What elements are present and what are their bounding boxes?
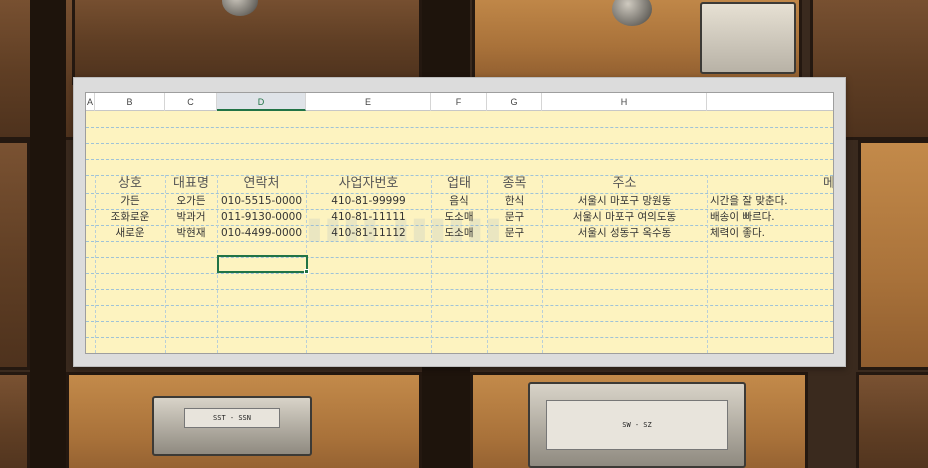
table-cell[interactable]: 010-4499-0000 <box>217 225 306 241</box>
header-cell-contact[interactable]: 연락처 <box>217 174 306 194</box>
table-cell[interactable]: 410-81-11111 <box>306 209 431 225</box>
table-cell[interactable]: 도소매 <box>431 225 487 241</box>
column-header-d[interactable]: D <box>217 93 306 111</box>
table-cell[interactable]: 서울시 성동구 옥수동 <box>542 225 707 241</box>
table-cell[interactable]: 새로운 <box>95 225 165 241</box>
header-cell-representative[interactable]: 대표명 <box>165 174 217 194</box>
row-gridline <box>86 273 833 274</box>
table-cell[interactable]: 박과거 <box>165 209 217 225</box>
table-cell[interactable]: 서울시 마포구 망원동 <box>542 193 707 209</box>
table-cell[interactable]: 한식 <box>487 193 542 209</box>
table-cell[interactable]: 서울시 마포구 여의도동 <box>542 209 707 225</box>
column-header-a[interactable]: A <box>86 93 95 111</box>
table-cell[interactable]: 010-5515-0000 <box>217 193 306 209</box>
row-gridline <box>86 337 833 338</box>
column-header-g[interactable]: G <box>487 93 542 111</box>
column-header-h[interactable]: H <box>542 93 707 111</box>
column-header-i[interactable] <box>707 93 833 111</box>
table-cell[interactable]: 오가든 <box>165 193 217 209</box>
spreadsheet-window: A B C D E F G H ▮▮▮▮ ▮▮▮▮▮▮ 상호 대표명 연락처 사… <box>73 77 846 367</box>
column-header-c[interactable]: C <box>165 93 217 111</box>
row-gridline <box>86 127 833 128</box>
row-gridline <box>86 305 833 306</box>
table-cell[interactable]: 410-81-99999 <box>306 193 431 209</box>
column-header-row: A B C D E F G H <box>86 93 833 111</box>
header-cell-category[interactable]: 종목 <box>487 174 542 194</box>
table-cell[interactable]: 박현재 <box>165 225 217 241</box>
label-holder: SW - SZ <box>528 382 746 468</box>
drawer-divider <box>30 0 66 468</box>
column-header-b[interactable]: B <box>95 93 165 111</box>
row-gridline <box>86 159 833 160</box>
row-gridline <box>86 143 833 144</box>
drawer <box>0 140 30 370</box>
spreadsheet-grid: A B C D E F G H ▮▮▮▮ ▮▮▮▮▮▮ 상호 대표명 연락처 사… <box>85 92 834 354</box>
row-gridline <box>86 321 833 322</box>
table-cell[interactable]: 문구 <box>487 209 542 225</box>
row-gridline <box>86 289 833 290</box>
drawer <box>0 372 30 468</box>
fill-handle[interactable] <box>304 269 309 274</box>
table-cell[interactable]: 음식 <box>431 193 487 209</box>
selected-cell[interactable] <box>217 255 308 273</box>
table-cell[interactable]: 배송이 빠르다. <box>707 209 833 225</box>
column-header-f[interactable]: F <box>431 93 487 111</box>
table-cell[interactable]: 시간을 잘 맞춘다. <box>707 193 833 209</box>
header-cell-address[interactable]: 주소 <box>542 174 707 194</box>
label-holder <box>700 2 796 74</box>
header-cell-business-type[interactable]: 업태 <box>431 174 487 194</box>
drawer-label-card: SW - SZ <box>546 400 728 450</box>
table-cell[interactable]: 체력이 좋다. <box>707 225 833 241</box>
header-cell-business-number[interactable]: 사업자번호 <box>306 174 431 194</box>
table-cell[interactable]: 문구 <box>487 225 542 241</box>
table-cell[interactable]: 조화로운 <box>95 209 165 225</box>
drawer <box>858 140 928 370</box>
drawer-label-card: SST - SSN <box>184 408 280 428</box>
row-gridline <box>86 257 833 258</box>
table-cell[interactable]: 410-81-11112 <box>306 225 431 241</box>
table-cell[interactable]: 도소매 <box>431 209 487 225</box>
label-holder: SST - SSN <box>152 396 312 456</box>
header-cell-business-name[interactable]: 상호 <box>95 174 165 194</box>
drawer-label-text: SST - SSN <box>213 414 251 422</box>
table-cell[interactable]: 가든 <box>95 193 165 209</box>
drawer-label-text: SW - SZ <box>622 421 652 429</box>
table-cell[interactable]: 011-9130-0000 <box>217 209 306 225</box>
column-header-e[interactable]: E <box>306 93 431 111</box>
drawer <box>856 372 928 468</box>
header-cell-memo[interactable]: 메 <box>707 174 833 194</box>
